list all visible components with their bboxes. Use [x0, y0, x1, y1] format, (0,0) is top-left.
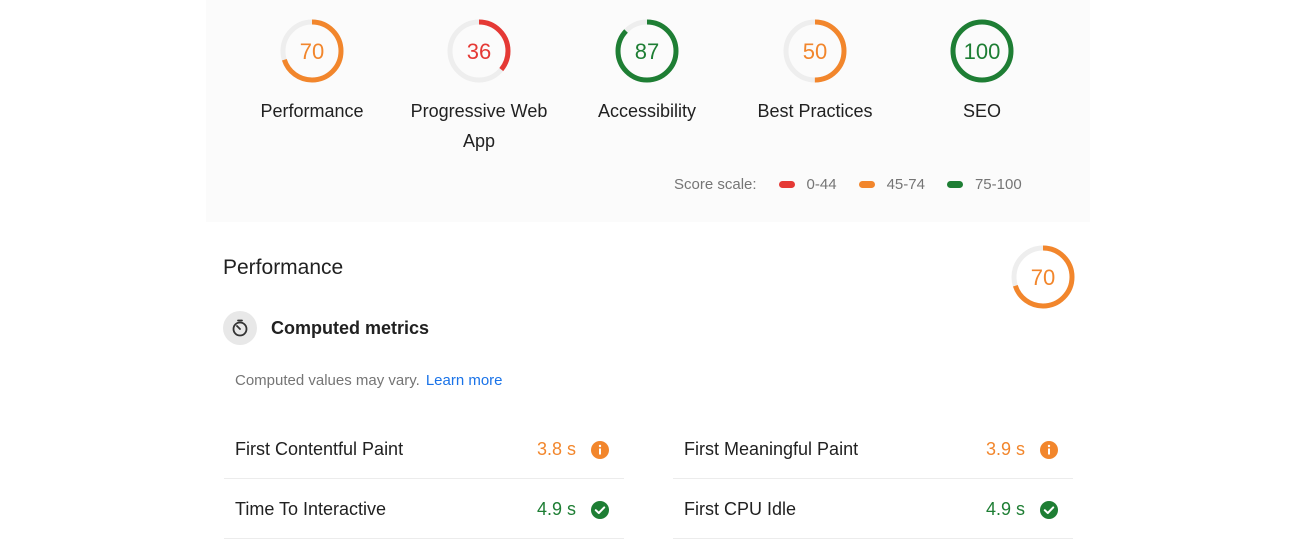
- scale-range-pass: 75-100: [946, 176, 1022, 193]
- performance-section-title: Performance: [223, 256, 344, 279]
- score-scale-legend: Score scale: 0-44 45-74 75-100: [674, 176, 1022, 193]
- gauge-performance[interactable]: 70 Performance: [227, 18, 397, 126]
- fail-pill-icon: [778, 181, 795, 188]
- gauge-best-practices[interactable]: 50 Best Practices: [730, 18, 900, 126]
- gauge-accessibility[interactable]: 87 Accessibility: [562, 18, 732, 126]
- scale-range-label: 75-100: [974, 176, 1022, 193]
- metric-name: Time To Interactive: [235, 499, 387, 519]
- scale-range-label: 0-44: [806, 176, 837, 193]
- learn-more-link[interactable]: Learn more: [426, 372, 503, 389]
- gauge-label: Accessibility: [597, 101, 697, 121]
- info-icon: [590, 440, 610, 460]
- lighthouse-report: 70 Performance 36 Progressive Web App 87…: [0, 0, 1302, 540]
- svg-text:100: 100: [964, 39, 1001, 64]
- metric-value: 3.8 s: [536, 439, 576, 459]
- score-ring: 70: [1011, 245, 1075, 309]
- gauge-label: SEO: [962, 101, 1001, 121]
- score-ring: 87: [615, 19, 679, 83]
- info-icon: [1039, 440, 1059, 460]
- average-pill-icon: [858, 181, 875, 188]
- metric-row-first-contentful-paint: First Contentful Paint 3.8 s: [224, 421, 624, 479]
- score-ring: 70: [280, 19, 344, 83]
- gauge-label: Performance: [260, 101, 364, 121]
- timer-icon: [223, 311, 257, 345]
- check-circle-icon: [1039, 500, 1059, 520]
- metrics-note-text: Computed values may vary.: [235, 372, 420, 389]
- scale-range-label: 45-74: [886, 176, 925, 193]
- gauge-seo[interactable]: 100 SEO: [897, 18, 1067, 126]
- metric-name: First Contentful Paint: [235, 439, 404, 459]
- score-ring: 36: [447, 19, 511, 83]
- gauge-label: Progressive Web App: [410, 101, 548, 151]
- metric-value: 3.9 s: [985, 439, 1025, 459]
- gauge-progressive-web-app[interactable]: 36 Progressive Web App: [394, 18, 564, 156]
- pass-pill-icon: [946, 181, 963, 188]
- computed-metrics-title: Computed metrics: [271, 317, 430, 338]
- performance-score-gauge: 70: [1010, 244, 1076, 315]
- score-ring: 50: [783, 19, 847, 83]
- scale-range-average: 45-74: [858, 176, 925, 193]
- svg-text:87: 87: [635, 39, 659, 64]
- svg-text:36: 36: [467, 39, 491, 64]
- gauge-label: Best Practices: [757, 101, 873, 121]
- check-circle-icon: [590, 500, 610, 520]
- metric-name: First CPU Idle: [684, 499, 797, 519]
- metric-value: 4.9 s: [985, 499, 1025, 519]
- svg-text:50: 50: [803, 39, 827, 64]
- score-scale-label: Score scale:: [674, 176, 757, 193]
- metric-row-first-meaningful-paint: First Meaningful Paint 3.9 s: [673, 421, 1073, 479]
- metric-row-first-cpu-idle: First CPU Idle 4.9 s: [673, 481, 1073, 539]
- svg-text:70: 70: [1031, 265, 1055, 290]
- score-ring: 100: [950, 19, 1014, 83]
- svg-text:70: 70: [300, 39, 324, 64]
- metrics-note: Computed values may vary. Learn more: [235, 372, 503, 389]
- scale-range-fail: 0-44: [778, 176, 837, 193]
- metric-value: 4.9 s: [536, 499, 576, 519]
- metric-name: First Meaningful Paint: [684, 439, 859, 459]
- computed-metrics-header: Computed metrics: [223, 311, 429, 345]
- metric-row-time-to-interactive: Time To Interactive 4.9 s: [224, 481, 624, 539]
